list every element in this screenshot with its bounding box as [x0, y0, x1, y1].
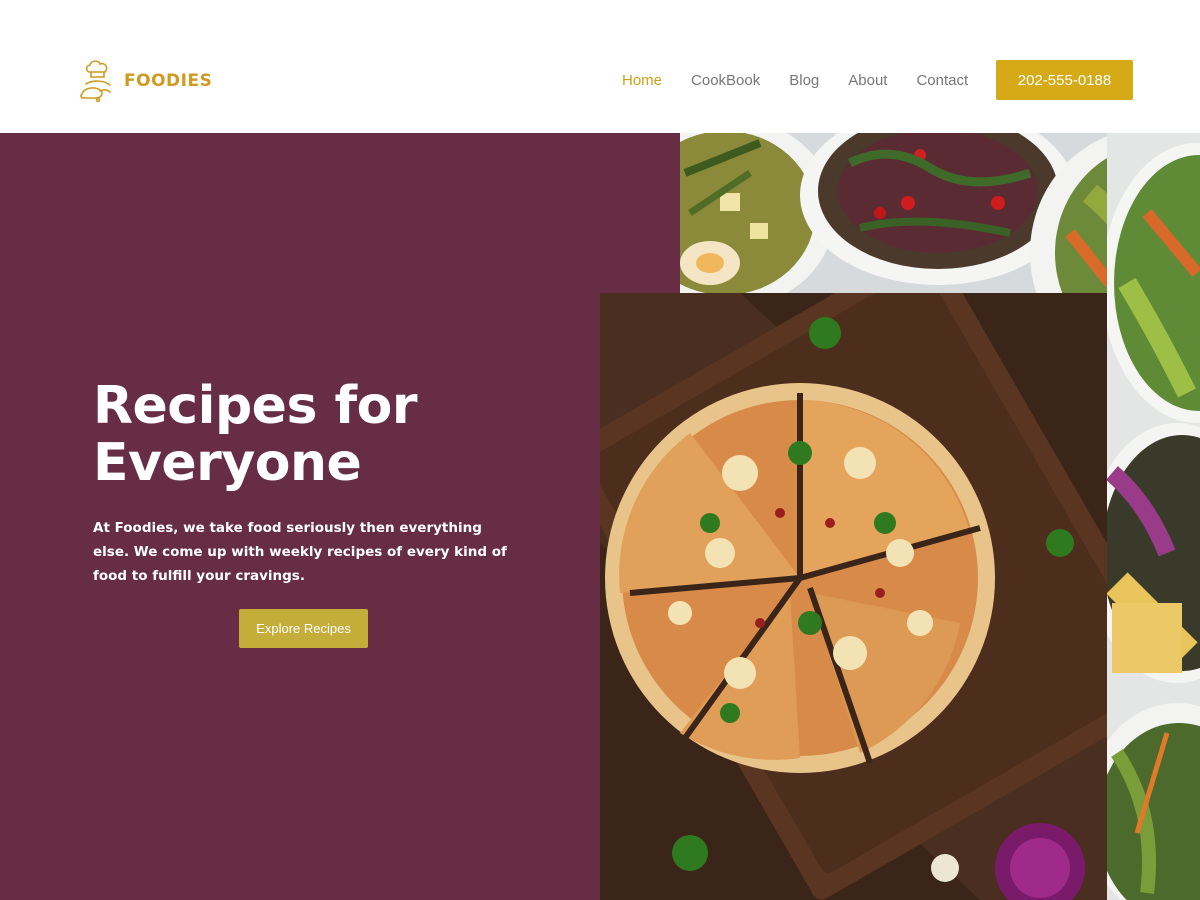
- explore-recipes-button[interactable]: Explore Recipes: [239, 609, 368, 648]
- hero-title-line2: Everyone: [93, 433, 362, 493]
- salad-side-image: [1107, 133, 1200, 900]
- hero-title: Recipes for Everyone: [93, 378, 553, 492]
- phone-button[interactable]: 202-555-0188: [996, 60, 1133, 100]
- hero-title-line1: Recipes for: [93, 376, 418, 436]
- nav-about[interactable]: About: [848, 72, 887, 89]
- site-header: FOODIES Home CookBook Blog About Contact…: [0, 0, 1200, 133]
- nav-cookbook[interactable]: CookBook: [691, 72, 760, 89]
- chef-hat-icon: [80, 60, 111, 103]
- nav-contact[interactable]: Contact: [916, 72, 968, 89]
- main-nav: Home CookBook Blog About Contact: [622, 72, 997, 89]
- nav-blog[interactable]: Blog: [789, 72, 819, 89]
- pizza-image: [600, 293, 1107, 900]
- hero-section: Recipes for Everyone At Foodies, we take…: [0, 133, 1200, 900]
- nav-home[interactable]: Home: [622, 72, 662, 89]
- hero-subtitle: At Foodies, we take food seriously then …: [93, 520, 507, 584]
- brand-name: FOODIES: [124, 71, 213, 91]
- brand-logo[interactable]: FOODIES: [78, 58, 212, 104]
